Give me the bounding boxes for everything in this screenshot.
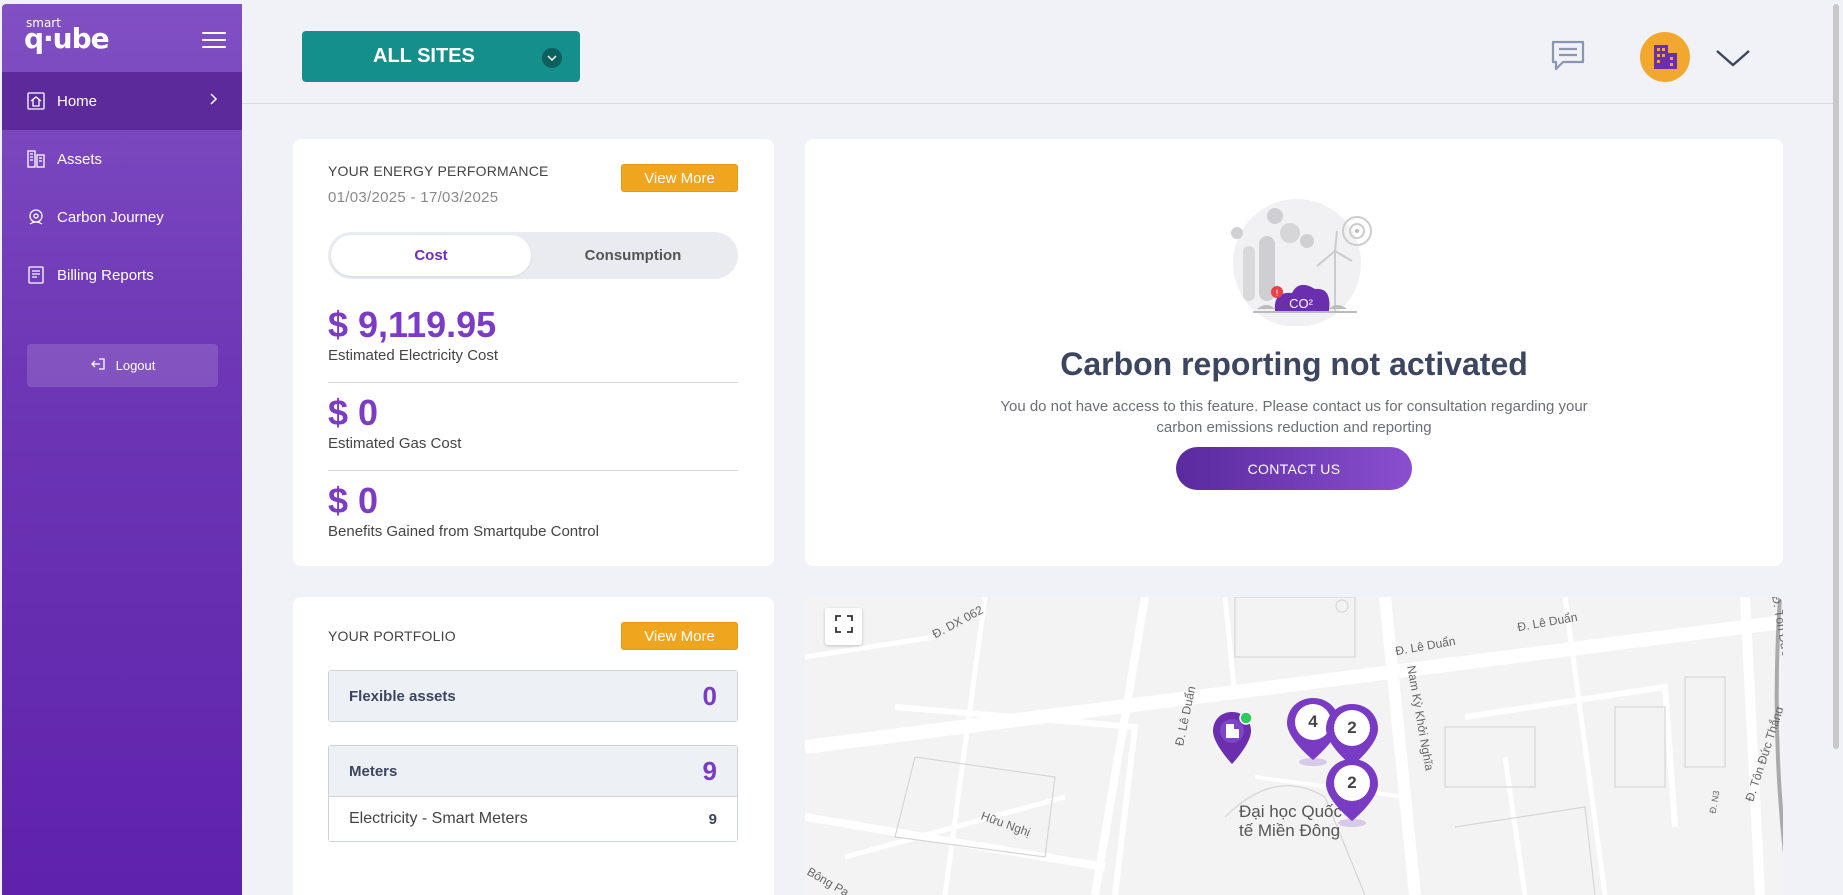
page-scrollbar[interactable] xyxy=(1833,4,1839,749)
menu-toggle-icon[interactable] xyxy=(202,32,226,50)
cluster-count: 2 xyxy=(1347,773,1357,792)
sidebar-item-billing-reports[interactable]: Billing Reports xyxy=(2,246,242,304)
cluster-marker[interactable]: 2 xyxy=(1323,757,1381,829)
portfolio-view-more-button[interactable]: View More xyxy=(621,622,738,650)
electricity-cost-label: Estimated Electricity Cost xyxy=(328,347,499,364)
carbon-title: Carbon reporting not activated xyxy=(1060,346,1528,382)
logout-icon xyxy=(90,357,106,374)
top-header: ALL SITES xyxy=(242,4,1836,104)
portfolio-card-title: YOUR PORTFOLIO xyxy=(328,628,456,644)
meters-row[interactable]: Meters 9 xyxy=(329,746,737,796)
meters-group: Meters 9 Electricity - Smart Meters 9 xyxy=(328,745,738,842)
home-icon xyxy=(26,91,46,111)
sidebar-item-label: Carbon Journey xyxy=(57,208,164,226)
user-menu-chevron-icon[interactable] xyxy=(1715,48,1751,73)
electricity-meters-value: 9 xyxy=(708,810,717,828)
fullscreen-icon xyxy=(834,615,853,638)
benefits-metric: $ 0 Benefits Gained from Smartqube Contr… xyxy=(328,480,738,541)
energy-view-more-button[interactable]: View More xyxy=(621,164,738,192)
tab-consumption[interactable]: Consumption xyxy=(533,235,733,276)
svg-text:!: ! xyxy=(1276,288,1279,298)
site-marker[interactable] xyxy=(1210,710,1254,773)
meters-value: 9 xyxy=(702,755,717,786)
benefits-label: Benefits Gained from Smartqube Control xyxy=(328,523,599,540)
sidebar-item-assets[interactable]: Assets xyxy=(2,130,242,188)
sidebar-item-carbon-journey[interactable]: Carbon Journey xyxy=(2,188,242,246)
logout-label: Logout xyxy=(115,358,156,373)
site-selector-label: ALL SITES xyxy=(373,45,475,67)
gas-cost-metric: $ 0 Estimated Gas Cost xyxy=(328,393,738,471)
user-avatar[interactable] xyxy=(1640,32,1690,82)
sidebar-item-label: Home xyxy=(57,92,98,110)
carbon-description-line: carbon emissions reduction and reporting xyxy=(1156,419,1432,436)
co2-label: CO² xyxy=(1289,296,1314,311)
assets-icon xyxy=(26,149,46,169)
electricity-cost-value: $ 9,119.95 xyxy=(328,304,497,345)
gas-cost-label: Estimated Gas Cost xyxy=(328,435,462,452)
chevron-right-icon xyxy=(208,92,218,110)
flexible-assets-row[interactable]: Flexible assets 0 xyxy=(328,670,738,722)
electricity-meters-row[interactable]: Electricity - Smart Meters 9 xyxy=(329,796,737,841)
contact-us-button[interactable]: CONTACT US xyxy=(1176,447,1412,490)
benefits-value: $ 0 xyxy=(328,480,379,521)
chat-icon[interactable] xyxy=(1549,38,1587,79)
logo-big-text: q·ube xyxy=(24,22,110,55)
building-icon xyxy=(1648,39,1682,76)
energy-card-title: YOUR ENERGY PERFORMANCE xyxy=(328,163,549,179)
sidebar-nav: Home Assets Carbon Journey Billing Repor… xyxy=(2,72,242,304)
carbon-reporting-card: ! CO² Carbon reporting not activated You… xyxy=(805,139,1783,566)
carbon-description-line: You do not have access to this feature. … xyxy=(1000,398,1588,415)
logout-button[interactable]: Logout xyxy=(27,344,218,387)
energy-performance-card: YOUR ENERGY PERFORMANCE View More 01/03/… xyxy=(293,139,774,566)
flexible-assets-value: 0 xyxy=(702,680,717,711)
portfolio-card: YOUR PORTFOLIO View More Flexible assets… xyxy=(293,597,774,895)
sidebar-item-label: Assets xyxy=(57,150,103,168)
sites-map[interactable]: Đ. DX 062 Đ. Lê Duẩn Đ. Lê Duẩn Đ. Lê Du… xyxy=(805,597,1783,895)
tab-cost[interactable]: Cost xyxy=(331,235,531,276)
carbon-description: You do not have access to this feature. … xyxy=(805,396,1783,438)
site-selector-dropdown[interactable]: ALL SITES xyxy=(302,31,580,82)
fullscreen-button[interactable] xyxy=(825,608,862,645)
sidebar-item-label: Billing Reports xyxy=(57,266,154,284)
cluster-count: 2 xyxy=(1347,718,1357,737)
gas-cost-value: $ 0 xyxy=(328,392,379,433)
date-range: 01/03/2025 - 17/03/2025 xyxy=(328,189,499,206)
carbon-icon xyxy=(26,207,46,227)
cost-consumption-toggle: Cost Consumption xyxy=(328,232,738,279)
sidebar-item-home[interactable]: Home xyxy=(2,72,242,130)
billing-icon xyxy=(26,265,46,285)
meters-label: Meters xyxy=(349,762,398,780)
chevron-down-icon xyxy=(542,48,562,68)
smartqube-logo[interactable]: smart q·ube xyxy=(24,16,110,55)
flexible-assets-label: Flexible assets xyxy=(349,687,456,705)
electricity-cost-metric: $ 9,119.95 Estimated Electricity Cost xyxy=(328,305,738,383)
carbon-illustration-icon: ! CO² xyxy=(1217,191,1377,331)
electricity-meters-label: Electricity - Smart Meters xyxy=(349,810,528,827)
sidebar: smart q·ube Home Assets Carbon Journey B… xyxy=(2,4,242,895)
